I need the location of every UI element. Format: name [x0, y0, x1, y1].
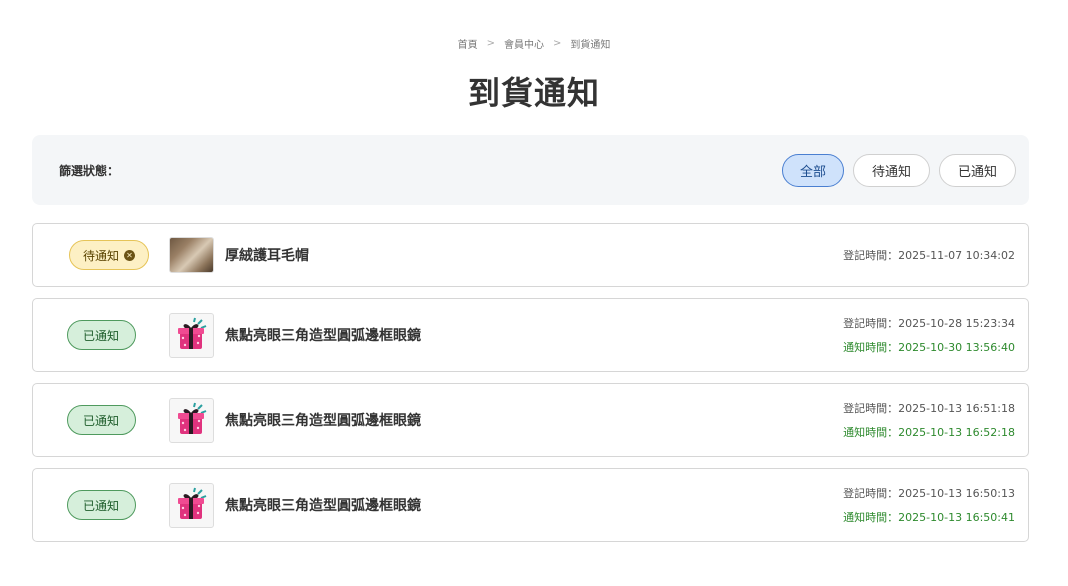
registered-time: 登記時間：2025-10-28 15:23:34: [843, 317, 1015, 330]
status-badge-notified: 已通知: [66, 320, 136, 350]
breadcrumb-separator: >: [486, 38, 495, 49]
filter-all-button[interactable]: 全部: [781, 153, 844, 187]
notification-list: 待通知 ✕ 厚絨護耳毛帽 登記時間：2025-11-07 10:34:02 已通…: [32, 223, 1029, 553]
registered-time: 登記時間：2025-10-13 16:51:18: [843, 402, 1015, 415]
gift-box-icon: [177, 487, 206, 519]
breadcrumb: 首頁 > 會員中心 > 到貨通知: [0, 36, 1068, 51]
notification-card: 待通知 ✕ 厚絨護耳毛帽 登記時間：2025-11-07 10:34:02: [32, 223, 1029, 287]
filter-pending-button[interactable]: 待通知: [852, 153, 930, 187]
status-badge-pending: 待通知 ✕: [68, 240, 149, 270]
status-label: 待通知: [82, 248, 119, 263]
time-info: 登記時間：2025-10-13 16:51:18 通知時間：2025-10-13…: [843, 384, 1015, 456]
status-badge-notified: 已通知: [66, 405, 136, 435]
close-circle-icon[interactable]: ✕: [124, 249, 135, 261]
registered-time: 登記時間：2025-11-07 10:34:02: [843, 249, 1015, 262]
filter-label: 篩選狀態：: [59, 163, 120, 178]
page-title: 到貨通知: [467, 74, 600, 112]
notification-card: 已通知 焦點亮眼三角造型圓弧邊框眼鏡 登記時間：2025-10-13 16:51…: [32, 383, 1029, 457]
breadcrumb-separator: >: [553, 38, 562, 49]
notified-time: 通知時間：2025-10-13 16:50:41: [843, 511, 1015, 524]
time-info: 登記時間：2025-10-28 15:23:34 通知時間：2025-10-30…: [843, 299, 1015, 371]
breadcrumb-home[interactable]: 首頁: [458, 36, 478, 51]
gift-box-icon: [177, 402, 206, 434]
time-info: 登記時間：2025-11-07 10:34:02: [843, 224, 1015, 286]
product-thumbnail[interactable]: [169, 482, 214, 528]
status-badge-wrap: 待通知 ✕: [33, 240, 169, 270]
product-thumbnail[interactable]: [169, 312, 214, 358]
status-badge-wrap: 已通知: [33, 405, 169, 435]
notification-card: 已通知 焦點亮眼三角造型圓弧邊框眼鏡 登記時間：2025-10-13 16:50…: [32, 468, 1029, 542]
notified-time: 通知時間：2025-10-13 16:52:18: [843, 426, 1015, 439]
product-thumbnail[interactable]: [169, 237, 214, 273]
status-badge-wrap: 已通知: [33, 320, 169, 350]
filter-buttons: 全部 待通知 已通知: [781, 153, 1016, 187]
filter-notified-button[interactable]: 已通知: [938, 153, 1016, 187]
product-thumbnail[interactable]: [169, 397, 214, 443]
gift-box-icon: [177, 317, 206, 349]
status-badge-notified: 已通知: [66, 490, 136, 520]
time-info: 登記時間：2025-10-13 16:50:13 通知時間：2025-10-13…: [843, 469, 1015, 541]
breadcrumb-member-center[interactable]: 會員中心: [504, 36, 544, 51]
registered-time: 登記時間：2025-10-13 16:50:13: [843, 487, 1015, 500]
filter-bar: 篩選狀態： 全部 待通知 已通知: [32, 135, 1029, 205]
breadcrumb-current: 到貨通知: [570, 40, 611, 51]
notified-time: 通知時間：2025-10-30 13:56:40: [843, 341, 1015, 354]
notification-card: 已通知 焦點亮眼三角造型圓弧邊框眼鏡 登記時間：2025-10-28 15:23…: [32, 298, 1029, 372]
status-badge-wrap: 已通知: [33, 490, 169, 520]
